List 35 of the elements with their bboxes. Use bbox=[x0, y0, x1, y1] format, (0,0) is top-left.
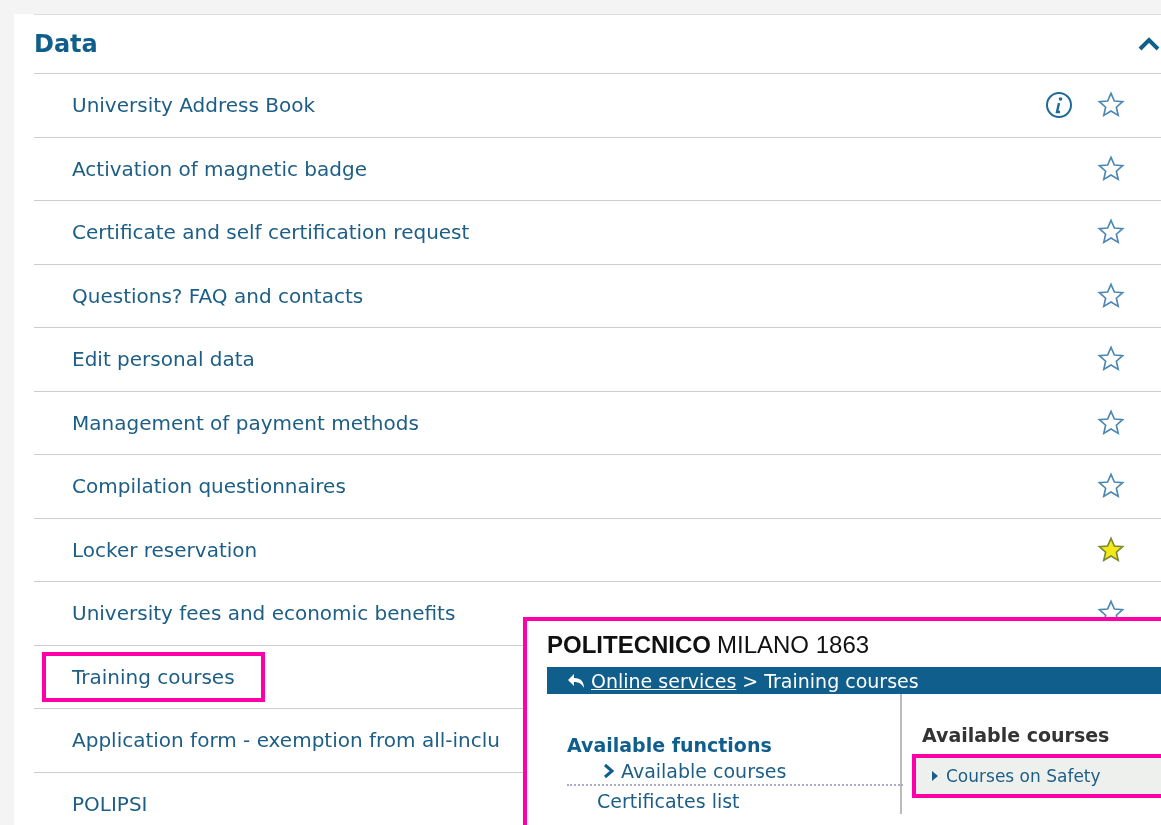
chevron-up-icon[interactable] bbox=[1137, 36, 1161, 52]
courses-title: Available courses bbox=[922, 724, 1111, 746]
star-icon[interactable] bbox=[1097, 91, 1125, 120]
service-link[interactable]: Application form - exemption from all-inclu bbox=[72, 728, 500, 753]
star-icon[interactable] bbox=[1097, 281, 1125, 310]
course-link[interactable]: Courses on Safety bbox=[912, 754, 1161, 798]
function-link[interactable]: Certificates list bbox=[567, 786, 897, 814]
service-link[interactable]: Management of payment methods bbox=[72, 410, 419, 435]
logo-text: MILANO 1863 bbox=[717, 631, 870, 659]
function-link[interactable]: Available courses bbox=[567, 756, 903, 786]
service-link[interactable]: Activation of magnetic badge bbox=[72, 156, 367, 181]
section-title: Data bbox=[34, 30, 98, 58]
breadcrumb-link[interactable]: Online services bbox=[591, 669, 737, 692]
service-link[interactable]: Locker reservation bbox=[72, 537, 258, 562]
star-icon[interactable] bbox=[1097, 345, 1125, 374]
triangle-right-icon bbox=[932, 771, 938, 781]
service-link[interactable]: POLIPSI bbox=[72, 791, 148, 816]
service-link[interactable]: Edit personal data bbox=[72, 347, 255, 372]
functions-title: Available functions bbox=[567, 734, 773, 756]
info-icon[interactable] bbox=[1045, 91, 1073, 120]
star-icon[interactable] bbox=[1097, 408, 1125, 437]
star-icon[interactable] bbox=[1097, 218, 1125, 247]
service-link[interactable]: University Address Book bbox=[72, 93, 316, 118]
back-arrow-icon[interactable] bbox=[567, 672, 585, 689]
star-icon[interactable] bbox=[1097, 472, 1125, 501]
service-link[interactable]: Questions? FAQ and contacts bbox=[72, 283, 364, 308]
star-icon[interactable] bbox=[1097, 154, 1125, 183]
breadcrumb-current: Training courses bbox=[764, 669, 919, 692]
chevron-right-icon bbox=[603, 763, 615, 779]
service-link[interactable]: Certificate and self certification request bbox=[72, 220, 470, 245]
service-link[interactable]: University fees and economic benefits bbox=[72, 601, 456, 626]
filled-star-icon[interactable] bbox=[1097, 535, 1125, 564]
logo-text: POLITECNICO bbox=[547, 631, 711, 659]
breadcrumb-separator: > bbox=[742, 669, 759, 692]
service-link[interactable]: Compilation questionnaires bbox=[72, 474, 346, 499]
